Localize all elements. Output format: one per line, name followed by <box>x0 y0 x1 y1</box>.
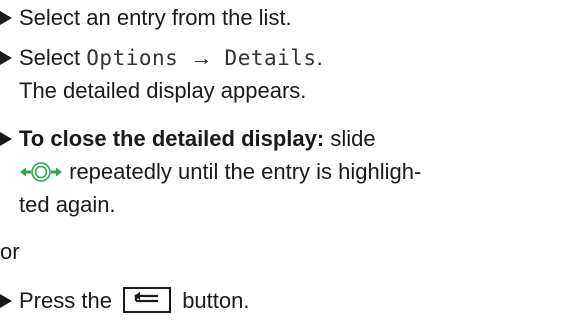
bullet-triangle-icon <box>0 132 12 146</box>
step-3-text-b: repeatedly until the entry is highligh- <box>69 159 422 184</box>
step-3-line-2: repeatedly until the entry is highligh- <box>19 156 421 188</box>
step-4-suffix: button. <box>182 288 250 313</box>
step-2-suffix: . <box>316 45 323 70</box>
step-2-result: The detailed display appears. <box>19 78 307 103</box>
instruction-document: Select an entry from the list. Select Op… <box>0 0 563 329</box>
or-label: or <box>0 239 20 264</box>
controller-slide-left-right-icon <box>19 160 63 192</box>
back-button-icon <box>123 287 172 313</box>
bullet-triangle-icon <box>0 294 12 308</box>
step-2-prefix: Select <box>19 45 81 70</box>
step-3-text-a: slide <box>330 126 376 151</box>
step-4-prefix: Press the <box>19 288 112 313</box>
menu-arrow: → <box>190 45 213 70</box>
bullet-triangle-icon <box>0 51 12 65</box>
step-3-text-c: ted again. <box>19 192 116 217</box>
menu-item-options: Options <box>86 46 179 70</box>
step-1-text: Select an entry from the list. <box>19 5 292 30</box>
bullet-triangle-icon <box>0 11 12 25</box>
step-3-heading: To close the detailed display: <box>19 126 325 151</box>
menu-item-details: Details <box>224 46 317 70</box>
